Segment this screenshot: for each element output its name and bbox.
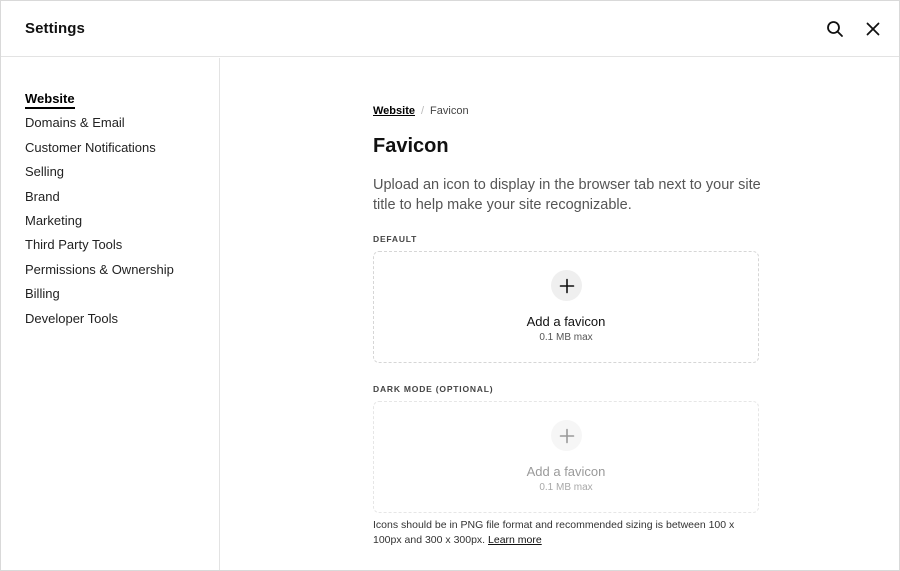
- sidebar-item-brand[interactable]: Brand: [25, 188, 174, 212]
- add-favicon-label: Add a favicon: [526, 314, 606, 329]
- sidebar-item-permissions-ownership[interactable]: Permissions & Ownership: [25, 261, 174, 285]
- learn-more-link[interactable]: Learn more: [488, 534, 542, 546]
- add-favicon-button[interactable]: [551, 270, 582, 301]
- dark-size-limit-text: 0.1 MB max: [539, 482, 593, 493]
- default-section-label: DEFAULT: [373, 234, 418, 244]
- sidebar-item-marketing[interactable]: Marketing: [25, 212, 174, 236]
- close-icon: [866, 22, 880, 36]
- sidebar-item-label: Brand: [25, 188, 60, 204]
- sidebar-item-domains-email[interactable]: Domains & Email: [25, 114, 174, 138]
- plus-icon: [559, 428, 574, 443]
- page-description: Upload an icon to display in the browser…: [373, 177, 761, 213]
- sidebar-item-developer-tools[interactable]: Developer Tools: [25, 310, 174, 334]
- sidebar-item-label: Domains & Email: [25, 115, 125, 131]
- settings-header: Settings: [1, 1, 899, 57]
- settings-panel: Settings Website Domains & Email Custome…: [0, 0, 900, 571]
- sidebar-item-selling[interactable]: Selling: [25, 163, 174, 187]
- sidebar-item-billing[interactable]: Billing: [25, 285, 174, 309]
- favicon-content: Website / Favicon Favicon Upload an icon t…: [373, 105, 763, 546]
- panel-title: Settings: [25, 20, 85, 37]
- sidebar-item-label: Billing: [25, 286, 60, 302]
- help-text: Icons should be in PNG file format and r…: [373, 518, 765, 547]
- search-button[interactable]: [824, 18, 846, 40]
- sidebar-item-label: Third Party Tools: [25, 237, 123, 253]
- sidebar: Website Domains & Email Customer Notific…: [1, 58, 220, 570]
- dark-mode-section-label: DARK MODE (OPTIONAL): [373, 384, 494, 394]
- sidebar-item-label: Marketing: [25, 212, 83, 228]
- close-button[interactable]: [862, 18, 884, 40]
- breadcrumb: Website / Favicon: [373, 105, 763, 121]
- plus-icon: [559, 278, 574, 293]
- sidebar-nav: Website Domains & Email Customer Notific…: [25, 90, 174, 334]
- sidebar-item-label: Permissions & Ownership: [25, 261, 174, 277]
- breadcrumb-current: Favicon: [430, 105, 469, 117]
- breadcrumb-website-link[interactable]: Website: [373, 105, 415, 117]
- dark-mode-favicon-dropzone[interactable]: Add a favicon 0.1 MB max: [373, 401, 759, 513]
- sidebar-item-third-party-tools[interactable]: Third Party Tools: [25, 236, 174, 260]
- sidebar-item-customer-notifications[interactable]: Customer Notifications: [25, 139, 174, 163]
- help-text-body: Icons should be in PNG file format and r…: [373, 519, 735, 546]
- sidebar-item-website[interactable]: Website: [25, 90, 174, 114]
- page-title: Favicon: [373, 135, 449, 157]
- breadcrumb-separator: /: [420, 105, 425, 117]
- sidebar-item-label: Website: [25, 91, 75, 109]
- sidebar-item-label: Customer Notifications: [25, 139, 156, 155]
- size-limit-text: 0.1 MB max: [539, 332, 593, 343]
- default-favicon-dropzone[interactable]: Add a favicon 0.1 MB max: [373, 251, 759, 363]
- sidebar-item-label: Developer Tools: [25, 310, 118, 326]
- search-icon: [827, 21, 843, 37]
- add-dark-favicon-button[interactable]: [551, 420, 582, 451]
- sidebar-item-label: Selling: [25, 164, 65, 180]
- add-dark-favicon-label: Add a favicon: [526, 464, 606, 479]
